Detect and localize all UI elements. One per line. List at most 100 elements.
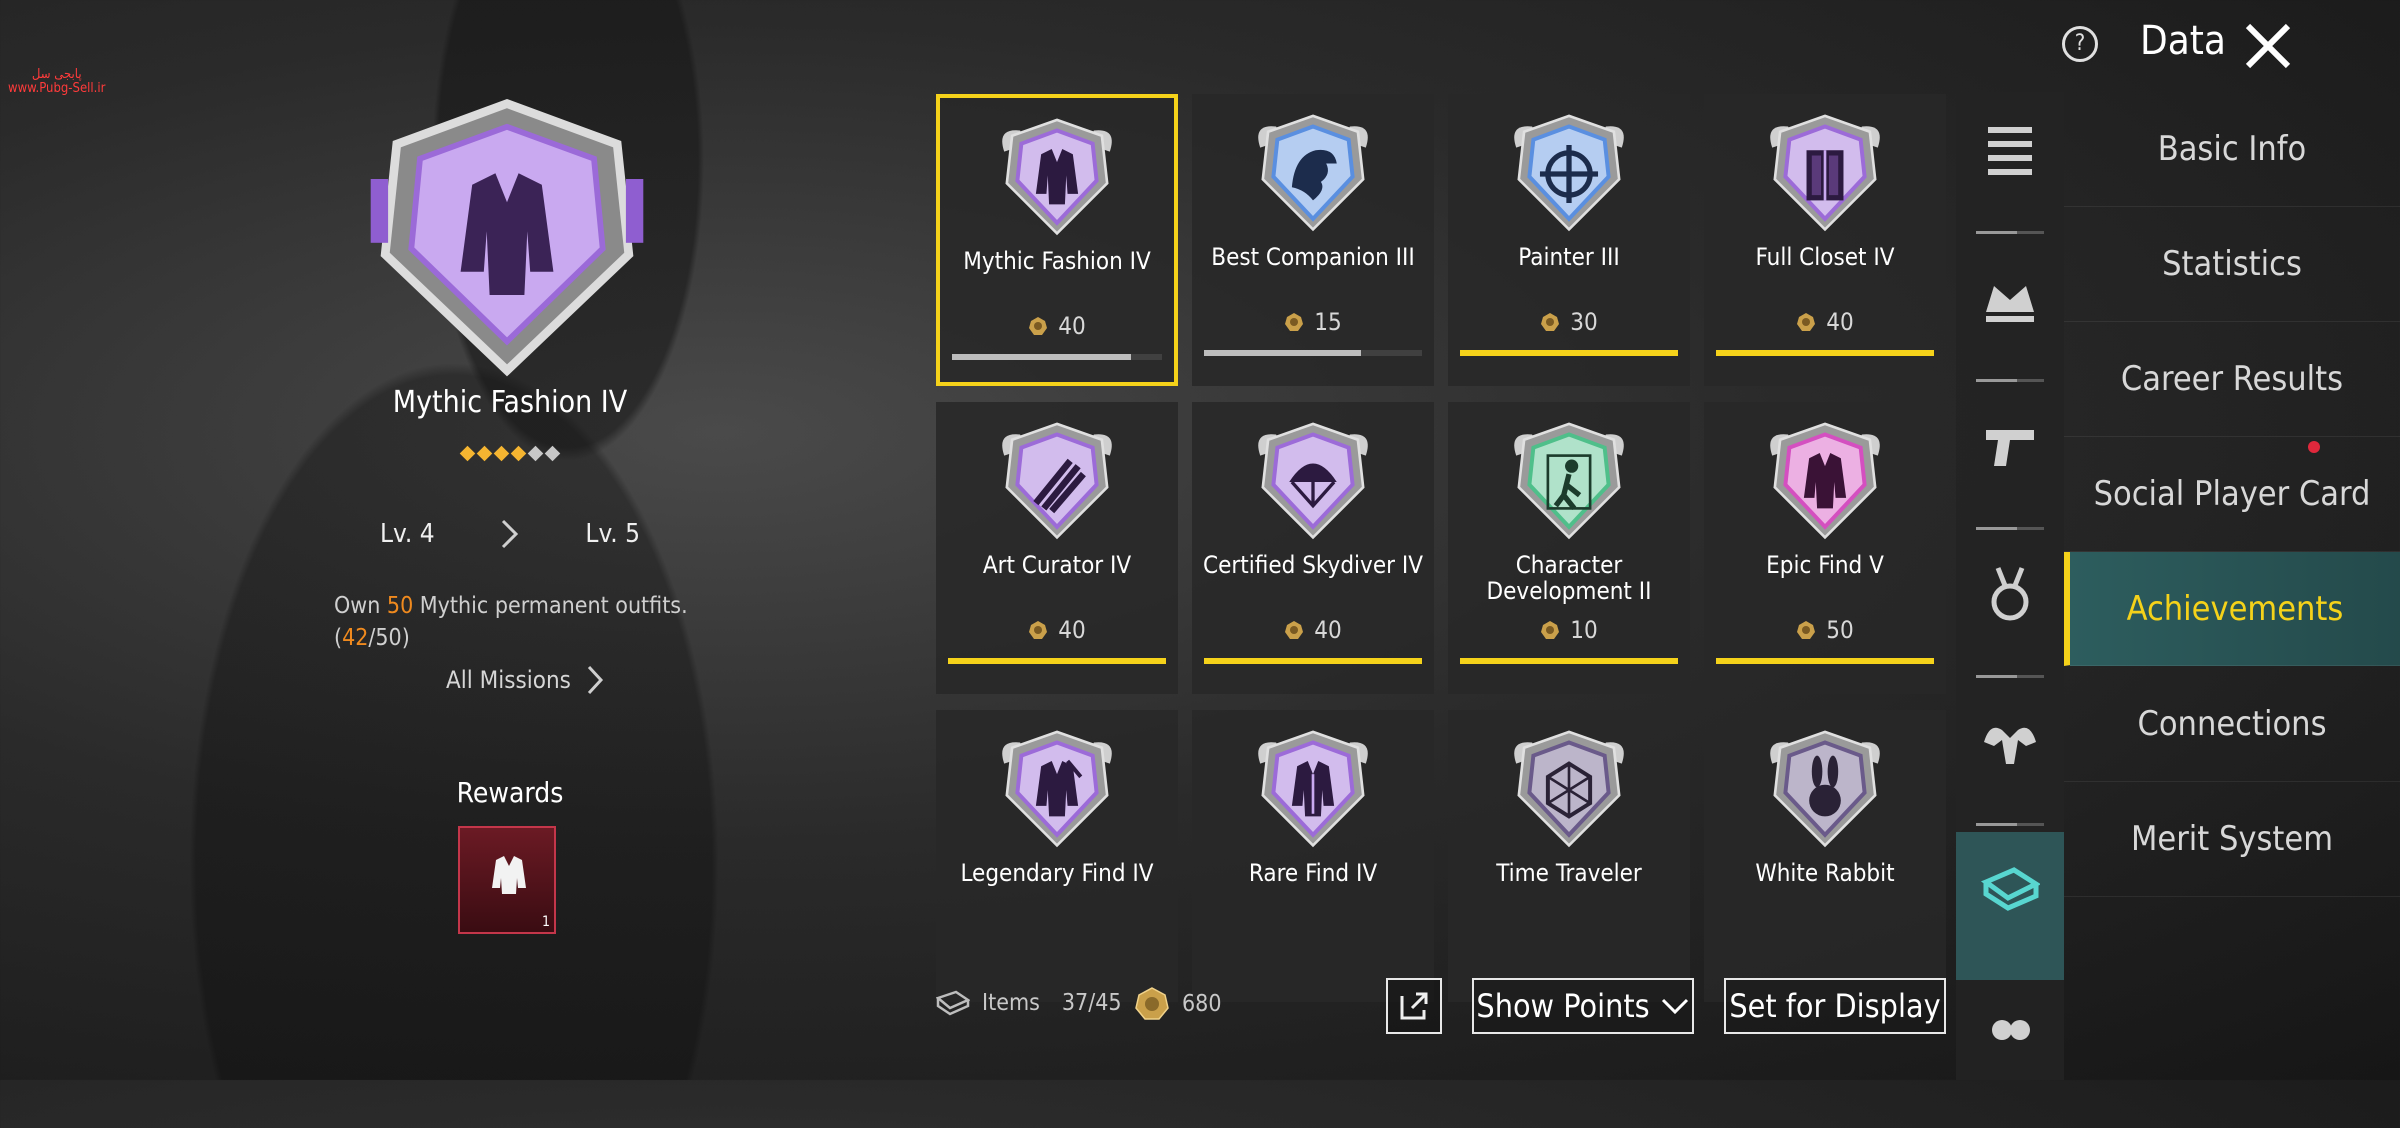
points-value: 40 xyxy=(1826,308,1854,336)
points-value: 40 xyxy=(1314,616,1342,644)
category-muscle[interactable] xyxy=(1956,684,2064,832)
reward-quantity: 1 xyxy=(541,914,550,930)
items-count: Items 37/45 xyxy=(936,990,1122,1016)
achievement-points: 50 xyxy=(1704,616,1946,644)
progress-bar xyxy=(1204,350,1422,356)
nav-career-results[interactable]: Career Results xyxy=(2064,322,2400,437)
level-progression: Lv. 4 Lv. 5 xyxy=(380,518,640,550)
coin-icon xyxy=(1797,621,1816,639)
achievement-points: 30 xyxy=(1448,308,1690,336)
level-star xyxy=(544,445,561,462)
achievement-name: Full Closet IV xyxy=(1755,243,1895,271)
pistol-icon xyxy=(1986,430,2034,466)
achievement-tile[interactable]: Time Traveler xyxy=(1448,710,1690,1002)
nav-label: Basic Info xyxy=(2157,129,2307,169)
level-star xyxy=(510,445,527,462)
notification-dot xyxy=(2308,441,2320,453)
share-button[interactable] xyxy=(1386,978,1442,1034)
brush-icon xyxy=(1002,422,1112,540)
closet-icon xyxy=(1770,114,1880,232)
category-progress xyxy=(1976,823,2044,826)
hexagon-icon xyxy=(1514,730,1624,848)
achievement-tile[interactable]: Epic Find V 50 xyxy=(1704,402,1946,694)
watermark: پابجی سل www.Pubg-Sell.ir xyxy=(8,67,106,96)
progress-bar xyxy=(1460,658,1678,664)
achievement-tile[interactable]: Art Curator IV 40 xyxy=(936,402,1178,694)
achievement-name: Art Curator IV xyxy=(982,551,1132,579)
progress-bar xyxy=(948,658,1166,664)
selected-achievement-badge-icon xyxy=(370,98,644,377)
achievement-tile[interactable]: Rare Find IV xyxy=(1192,710,1434,1002)
muscle-icon xyxy=(1984,727,2036,764)
achievement-tile[interactable]: Certified Skydiver IV 40 xyxy=(1192,402,1434,694)
character-icon xyxy=(1514,422,1624,540)
achievement-name: Best Companion III xyxy=(1211,243,1415,271)
coin-icon xyxy=(1285,313,1304,331)
achievement-tile[interactable]: Best Companion III 15 xyxy=(1192,94,1434,386)
close-icon[interactable] xyxy=(2240,18,2296,74)
set-for-display-button[interactable]: Set for Display xyxy=(1724,978,1946,1034)
category-crown[interactable] xyxy=(1956,240,2064,388)
nav-social-player-card[interactable]: Social Player Card xyxy=(2064,437,2400,552)
external-link-icon xyxy=(1400,992,1428,1020)
rabbit-icon xyxy=(1770,730,1880,848)
level-star xyxy=(527,445,544,462)
nav-label: Social Player Card xyxy=(2093,474,2371,514)
achievement-name: Rare Find IV xyxy=(1248,859,1378,887)
achievement-name: Certified Skydiver IV xyxy=(1203,551,1423,579)
category-medal[interactable] xyxy=(1956,536,2064,684)
nav-merit-system[interactable]: Merit System xyxy=(2064,782,2400,897)
nav-label: Career Results xyxy=(2120,359,2344,399)
category-friends[interactable] xyxy=(1956,980,2064,1128)
show-points-dropdown[interactable]: Show Points xyxy=(1472,978,1694,1034)
achievement-tile[interactable]: Legendary Find IV xyxy=(936,710,1178,1002)
legendary-outfit-icon xyxy=(1002,730,1112,848)
category-progress xyxy=(1976,379,2044,382)
achievement-tile[interactable]: Full Closet IV 40 xyxy=(1704,94,1946,386)
coin-icon xyxy=(1135,987,1169,1020)
category-progress xyxy=(1976,231,2044,234)
achievement-name: Painter III xyxy=(1518,243,1620,271)
points-total: 680 xyxy=(1134,986,1222,1022)
nav-statistics[interactable]: Statistics xyxy=(2064,207,2400,322)
achievement-name: Legendary Find IV xyxy=(960,859,1154,887)
items-value: 37/45 xyxy=(1061,990,1122,1016)
points-value: 15 xyxy=(1314,308,1342,336)
nav-connections[interactable]: Connections xyxy=(2064,667,2400,782)
level-star xyxy=(476,445,493,462)
category-pistol[interactable] xyxy=(1956,388,2064,536)
achievement-tile[interactable]: Character Development II 10 xyxy=(1448,402,1690,694)
mission-description: Own 50 Mythic permanent outfits. (42/50) xyxy=(334,593,688,651)
points-value: 40 xyxy=(1058,312,1086,340)
coin-icon xyxy=(1029,317,1048,335)
points-value: 10 xyxy=(1570,616,1598,644)
coin-icon xyxy=(1285,621,1304,639)
points-total-value: 680 xyxy=(1182,991,1222,1017)
achievement-tile[interactable]: Painter III 30 xyxy=(1448,94,1690,386)
nav-achievements[interactable]: Achievements xyxy=(2064,552,2400,666)
coin-icon xyxy=(1541,313,1560,331)
coin-icon xyxy=(1541,621,1560,639)
achievement-name: White Rabbit xyxy=(1755,859,1895,887)
all-missions-link[interactable]: All Missions xyxy=(446,664,605,696)
category-list[interactable] xyxy=(1956,92,2064,240)
achievement-tile[interactable]: Mythic Fashion IV 40 xyxy=(936,94,1178,386)
all-missions-label: All Missions xyxy=(446,666,571,694)
chevron-right-icon xyxy=(587,665,603,695)
set-for-display-label: Set for Display xyxy=(1729,987,1941,1025)
achievement-tile[interactable]: White Rabbit xyxy=(1704,710,1946,1002)
items-label: Items xyxy=(982,990,1040,1016)
achievement-points: 15 xyxy=(1192,308,1434,336)
help-icon[interactable]: ? xyxy=(2062,26,2098,62)
progress-bar xyxy=(1716,350,1934,356)
rewards-label: Rewards xyxy=(456,776,564,809)
reward-item[interactable]: 1 xyxy=(458,826,556,934)
achievement-name: Character Development II xyxy=(1486,551,1652,605)
crosshair-icon xyxy=(1514,114,1624,232)
nav-label: Merit System xyxy=(2130,819,2334,859)
category-progress xyxy=(1976,527,2044,530)
nav-basic-info[interactable]: Basic Info xyxy=(2064,92,2400,207)
category-wardrobe[interactable] xyxy=(1956,832,2064,980)
list-icon xyxy=(1988,127,2032,175)
points-value: 40 xyxy=(1058,616,1086,644)
